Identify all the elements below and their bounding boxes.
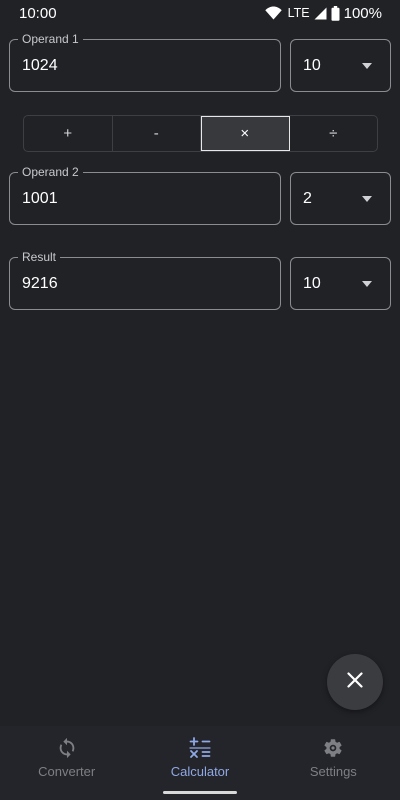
op-divide-button[interactable]: ÷: [290, 116, 378, 151]
wifi-icon: [264, 6, 282, 20]
operand2-base-value: 2: [303, 189, 312, 207]
nav-label-calculator: Calculator: [170, 764, 230, 779]
sync-icon: [56, 736, 78, 760]
bottom-navigation: Converter Calculator Settings: [0, 726, 400, 800]
status-bar: 10:00 LTE 100%: [0, 0, 400, 26]
nav-item-calculator[interactable]: Calculator: [133, 726, 266, 800]
op-add-button[interactable]: +: [24, 116, 113, 151]
gear-icon: [322, 736, 344, 760]
operand1-field[interactable]: Operand 1 1024: [9, 32, 281, 92]
network-type: LTE: [287, 6, 310, 20]
result-base-value: 10: [303, 274, 321, 292]
status-time: 10:00: [19, 4, 57, 22]
dropdown-arrow-icon: [362, 195, 372, 202]
operation-selector: + - × ÷: [23, 115, 378, 152]
battery-percent: 100%: [343, 4, 382, 22]
clear-fab-button[interactable]: [327, 654, 383, 710]
home-indicator[interactable]: [163, 791, 237, 794]
dropdown-arrow-icon: [362, 280, 372, 287]
operand2-label: Operand 2: [18, 165, 83, 180]
op-subtract-button[interactable]: -: [113, 116, 201, 151]
operand2-value: 1001: [22, 189, 58, 207]
operand2-base-select[interactable]: 2: [290, 172, 391, 225]
battery-icon: [331, 5, 340, 21]
dropdown-arrow-icon: [362, 62, 372, 69]
status-icons: LTE 100%: [264, 4, 382, 22]
operand1-value: 1024: [22, 56, 58, 74]
nav-label-converter: Converter: [38, 764, 96, 779]
operand1-label: Operand 1: [18, 32, 83, 47]
operand1-base-value: 10: [303, 56, 321, 74]
result-field[interactable]: Result 9216: [9, 250, 281, 310]
result-label: Result: [18, 250, 61, 265]
result-base-select[interactable]: 10: [290, 257, 391, 310]
operand1-base-select[interactable]: 10: [290, 39, 391, 92]
op-multiply-button[interactable]: ×: [201, 116, 290, 151]
nav-label-settings: Settings: [309, 764, 357, 779]
nav-item-settings[interactable]: Settings: [267, 726, 400, 800]
signal-icon: [314, 7, 327, 20]
close-icon: [347, 671, 363, 693]
calculator-icon: [188, 736, 212, 760]
nav-item-converter[interactable]: Converter: [0, 726, 133, 800]
result-value: 9216: [22, 274, 58, 292]
operand2-field[interactable]: Operand 2 1001: [9, 165, 281, 225]
